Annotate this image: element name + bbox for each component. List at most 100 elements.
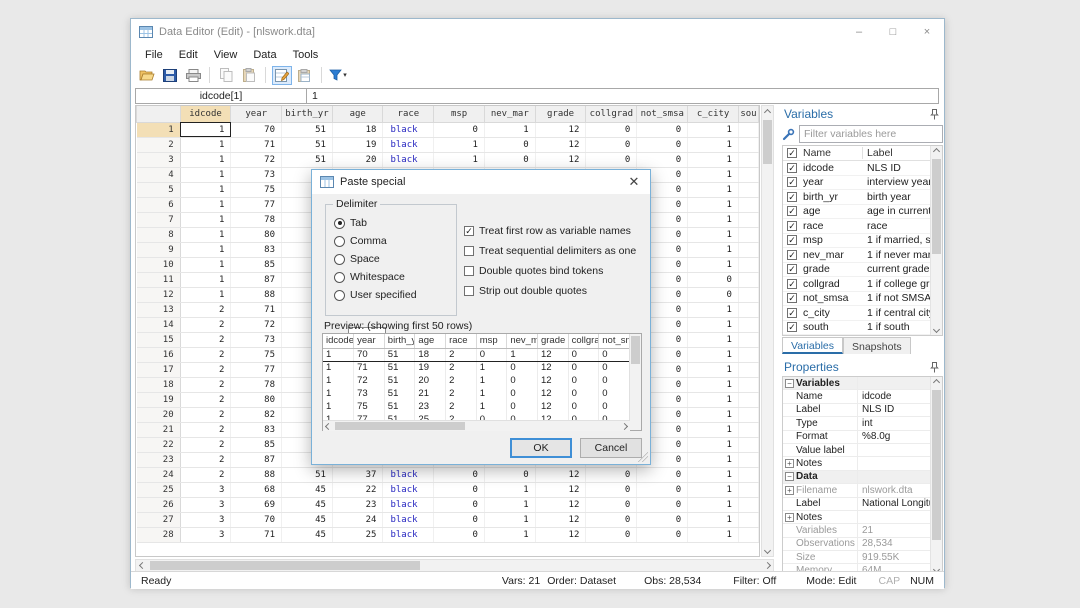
- column-header-year[interactable]: year: [231, 106, 282, 122]
- select-all-checkbox[interactable]: ✓: [787, 148, 797, 158]
- print-icon[interactable]: [183, 66, 203, 85]
- variable-checkbox[interactable]: ✓: [787, 235, 797, 245]
- resize-grip[interactable]: [638, 452, 648, 462]
- delimiter-radio-comma[interactable]: Comma: [334, 235, 387, 247]
- grid-cell[interactable]: black: [383, 482, 434, 497]
- grid-cell[interactable]: 51: [282, 152, 333, 167]
- grid-cell[interactable]: [738, 422, 758, 437]
- grid-cell[interactable]: 1: [180, 212, 231, 227]
- grid-cell[interactable]: 80: [231, 392, 282, 407]
- minimize-button[interactable]: –: [842, 19, 876, 45]
- grid-cell[interactable]: 3: [180, 482, 231, 497]
- grid-cell[interactable]: [738, 137, 758, 152]
- grid-cell[interactable]: 1: [688, 182, 739, 197]
- grid-cell[interactable]: 85: [231, 257, 282, 272]
- grid-cell[interactable]: 2: [180, 362, 231, 377]
- dialog-close-icon[interactable]: ✕: [618, 170, 650, 194]
- grid-cell[interactable]: 0: [637, 122, 688, 137]
- scroll-right-icon[interactable]: [761, 560, 773, 571]
- grid-cell[interactable]: 73: [231, 167, 282, 182]
- grid-cell[interactable]: [738, 197, 758, 212]
- scroll-up-icon[interactable]: [762, 106, 773, 118]
- grid-cell[interactable]: [738, 347, 758, 362]
- grid-cell[interactable]: [738, 512, 758, 527]
- preview-row[interactable]: 17251202101200: [323, 374, 630, 387]
- grid-cell[interactable]: 0: [484, 137, 535, 152]
- column-header-not_smsa[interactable]: not_smsa: [637, 106, 688, 122]
- grid-cell[interactable]: 1: [180, 227, 231, 242]
- grid-cell[interactable]: 1: [688, 227, 739, 242]
- row-number[interactable]: 1: [137, 122, 181, 137]
- row-number[interactable]: 7: [137, 212, 181, 227]
- grid-cell[interactable]: 1: [688, 137, 739, 152]
- grid-cell[interactable]: 71: [231, 302, 282, 317]
- grid-cell[interactable]: 1: [688, 257, 739, 272]
- row-number[interactable]: 25: [137, 482, 181, 497]
- menu-edit[interactable]: Edit: [171, 47, 206, 63]
- expand-icon[interactable]: +: [785, 459, 794, 468]
- grid-cell[interactable]: 2: [180, 407, 231, 422]
- grid-cell[interactable]: 1: [688, 437, 739, 452]
- grid-cell[interactable]: 0: [637, 482, 688, 497]
- grid-cell[interactable]: 51: [282, 122, 333, 137]
- grid-cell[interactable]: 2: [180, 422, 231, 437]
- variable-row-nev_mar[interactable]: ✓nev_mar1 if never married: [783, 248, 942, 263]
- grid-cell[interactable]: 12: [535, 467, 586, 482]
- grid-cell[interactable]: 1: [688, 512, 739, 527]
- grid-cell[interactable]: 51: [282, 137, 333, 152]
- row-number[interactable]: 4: [137, 167, 181, 182]
- scrollbar-thumb[interactable]: [335, 422, 465, 430]
- grid-cell[interactable]: 73: [231, 332, 282, 347]
- grid-cell[interactable]: 1: [180, 137, 231, 152]
- grid-cell[interactable]: 12: [535, 137, 586, 152]
- grid-cell[interactable]: 69: [231, 497, 282, 512]
- grid-cell[interactable]: 1: [484, 482, 535, 497]
- grid-cell[interactable]: 51: [282, 467, 333, 482]
- grid-cell[interactable]: 1: [180, 197, 231, 212]
- tab-variables[interactable]: Variables: [782, 337, 843, 354]
- row-number[interactable]: 13: [137, 302, 181, 317]
- grid-cell[interactable]: black: [383, 137, 434, 152]
- grid-cell[interactable]: 1: [688, 497, 739, 512]
- delimiter-radio-space[interactable]: Space: [334, 253, 380, 265]
- grid-vertical-scrollbar[interactable]: [761, 105, 774, 557]
- grid-cell[interactable]: 1: [180, 122, 231, 137]
- grid-cell[interactable]: 0: [688, 272, 739, 287]
- grid-cell[interactable]: 87: [231, 452, 282, 467]
- grid-cell[interactable]: 80: [231, 227, 282, 242]
- grid-cell[interactable]: [738, 332, 758, 347]
- grid-cell[interactable]: 1: [434, 137, 485, 152]
- dialog-checkbox-3[interactable]: Double quotes bind tokens: [464, 265, 603, 277]
- grid-cell[interactable]: 0: [586, 122, 637, 137]
- grid-cell[interactable]: 1: [688, 302, 739, 317]
- column-header-msp[interactable]: msp: [434, 106, 485, 122]
- variable-checkbox[interactable]: ✓: [787, 163, 797, 173]
- grid-cell[interactable]: 1: [688, 422, 739, 437]
- scroll-down-icon[interactable]: [762, 544, 773, 556]
- grid-cell[interactable]: 72: [231, 317, 282, 332]
- row-number[interactable]: 19: [137, 392, 181, 407]
- grid-cell[interactable]: 22: [332, 482, 383, 497]
- variables-scrollbar[interactable]: [930, 146, 942, 335]
- grid-cell[interactable]: 37: [332, 467, 383, 482]
- grid-cell[interactable]: 2: [180, 347, 231, 362]
- grid-cell[interactable]: [738, 257, 758, 272]
- filter-dropdown-caret[interactable]: ▾: [343, 71, 347, 79]
- row-number[interactable]: 8: [137, 227, 181, 242]
- close-button[interactable]: ×: [910, 19, 944, 45]
- grid-cell[interactable]: 1: [180, 152, 231, 167]
- grid-cell[interactable]: [738, 467, 758, 482]
- row-number[interactable]: 16: [137, 347, 181, 362]
- row-number[interactable]: 17: [137, 362, 181, 377]
- grid-cell[interactable]: 78: [231, 377, 282, 392]
- grid-cell[interactable]: 88: [231, 467, 282, 482]
- row-number[interactable]: 14: [137, 317, 181, 332]
- scroll-right-icon[interactable]: [619, 421, 630, 431]
- grid-cell[interactable]: 0: [434, 527, 485, 542]
- grid-cell[interactable]: 20: [332, 152, 383, 167]
- grid-cell[interactable]: [738, 497, 758, 512]
- grid-cell[interactable]: 2: [180, 437, 231, 452]
- grid-cell[interactable]: 1: [688, 347, 739, 362]
- variables-name-column-header[interactable]: Name: [801, 147, 863, 159]
- column-header-grade[interactable]: grade: [535, 106, 586, 122]
